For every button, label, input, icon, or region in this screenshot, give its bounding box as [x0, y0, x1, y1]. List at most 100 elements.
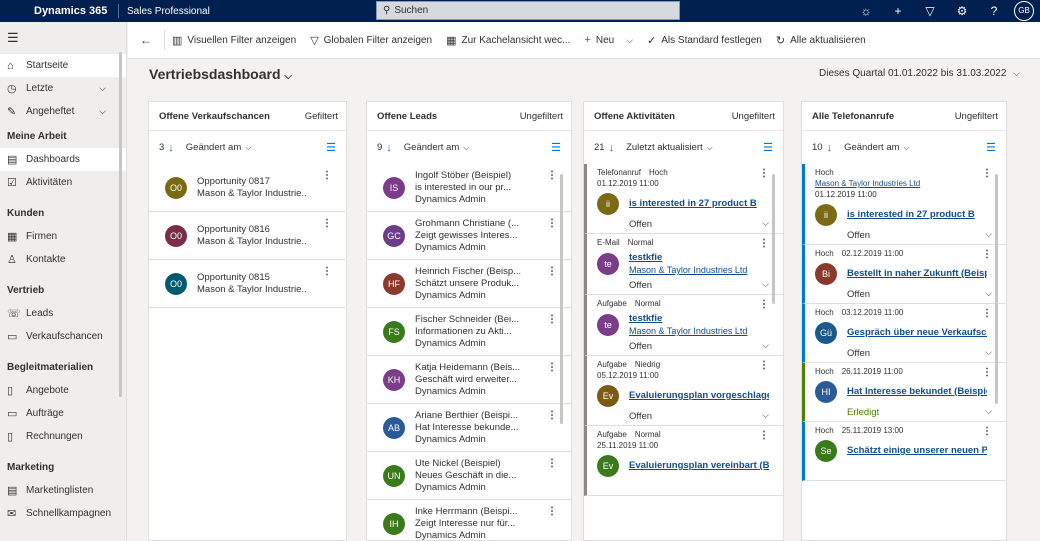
regarding-link[interactable]: Mason & Taylor Industries Ltd — [629, 325, 769, 337]
more-options-icon[interactable]: ⋮ — [322, 170, 332, 181]
panel-scrollbar[interactable] — [995, 174, 998, 404]
chevron-down-icon[interactable]: ⌵ — [245, 143, 251, 153]
chevron-down-icon[interactable]: ⌵ — [985, 347, 992, 358]
activity-subject-link[interactable]: is interested in 27 product B — [847, 209, 987, 221]
sidebar-item-angeheftet[interactable]: ✎ Angeheftet ⌵ — [0, 100, 126, 123]
more-options-icon[interactable]: ⋮ — [547, 362, 557, 373]
more-options-icon[interactable]: ⋮ — [982, 426, 992, 437]
list-item[interactable]: AB Ariane Berthier (Beispi... Hat Interess… — [367, 404, 571, 452]
sort-direction-icon[interactable]: ↓ — [168, 142, 174, 154]
activity-card[interactable]: Hoch Mason & Taylor Industries Ltd 01.12.2… — [802, 164, 1006, 245]
lightbulb-icon[interactable]: ☼ — [850, 4, 882, 18]
chevron-down-icon[interactable]: ⌵ — [626, 35, 633, 46]
more-options-icon[interactable]: ⋮ — [759, 430, 769, 441]
activity-subject-link[interactable]: Bestellt in naher Zukunft (Beispi — [847, 268, 987, 280]
view-options-icon[interactable]: ☰ — [986, 141, 996, 154]
list-item[interactable]: KH Katja Heidemann (Beis... Geschäft wird … — [367, 356, 571, 404]
sort-field[interactable]: Geändert am — [404, 142, 459, 153]
more-options-icon[interactable]: ⋮ — [547, 410, 557, 421]
sidebar-item-rechnungen[interactable]: ▯ Rechnungen — [0, 425, 126, 448]
set-default-button[interactable]: ✓ Als Standard festlegen — [640, 34, 769, 47]
regarding-link[interactable]: Mason & Taylor Industries Ltd — [629, 264, 769, 276]
list-item[interactable]: O0 Opportunity 0816 Mason & Taylor Industr… — [149, 212, 346, 260]
chevron-down-icon[interactable]: ⌵ — [762, 410, 769, 421]
app-name[interactable]: Sales Professional — [127, 6, 210, 17]
sort-direction-icon[interactable]: ↓ — [827, 142, 833, 154]
sidebar-item-marketinglisten[interactable]: ▤ Marketinglisten — [0, 479, 126, 502]
view-options-icon[interactable]: ☰ — [551, 141, 561, 154]
sort-field[interactable]: Geändert am — [186, 142, 241, 153]
plus-icon[interactable]: + — [882, 4, 914, 18]
more-options-icon[interactable]: ⋮ — [982, 168, 992, 179]
activity-subject-link[interactable]: testkfie — [629, 313, 769, 325]
user-avatar[interactable]: GB — [1014, 1, 1034, 21]
visual-filter-button[interactable]: ▥ Visuellen Filter anzeigen — [165, 34, 303, 47]
more-options-icon[interactable]: ⋮ — [547, 506, 557, 517]
sidebar-item-aktivitäten[interactable]: ☑ Aktivitäten — [0, 171, 126, 194]
more-options-icon[interactable]: ⋮ — [982, 249, 992, 260]
activity-subject-link[interactable]: is interested in 27 product B — [629, 198, 769, 210]
activity-subject-link[interactable]: Gespräch über neue Verkaufschä — [847, 327, 987, 339]
activity-card[interactable]: Hoch 26.11.2019 11:00 HI Hat Interesse beku… — [802, 363, 1006, 422]
chevron-down-icon[interactable]: ⌵ — [707, 143, 713, 153]
chevron-down-icon[interactable]: ⌵ — [99, 106, 106, 117]
global-filter-button[interactable]: ▽ Globalen Filter anzeigen — [303, 34, 439, 47]
sidebar-item-kontakte[interactable]: ♙ Kontakte — [0, 248, 126, 271]
activity-subject-link[interactable]: Evaluierungsplan vorgeschlagen — [629, 390, 769, 402]
chevron-down-icon[interactable]: ⌵ — [985, 288, 992, 299]
filter-icon[interactable]: ▽ — [914, 4, 946, 18]
chevron-down-icon[interactable]: ⌵ — [985, 406, 992, 417]
sidebar-item-startseite[interactable]: ⌂ Startseite — [0, 54, 126, 77]
activity-card[interactable]: Hoch 02.12.2019 11:00 Bi Bestellt in naher … — [802, 245, 1006, 304]
list-item[interactable]: HF Heinrich Fischer (Beisp... Schätzt unse… — [367, 260, 571, 308]
sidebar-item-dashboards[interactable]: ▤ Dashboards — [0, 148, 126, 171]
more-options-icon[interactable]: ⋮ — [982, 308, 992, 319]
chevron-down-icon[interactable]: ⌵ — [284, 71, 292, 82]
more-options-icon[interactable]: ⋮ — [759, 238, 769, 249]
list-item[interactable]: O0 Opportunity 0815 Mason & Taylor Industr… — [149, 260, 346, 308]
chevron-down-icon[interactable]: ⌵ — [904, 143, 910, 153]
refresh-all-button[interactable]: ↻ Alle aktualisieren — [769, 34, 873, 47]
activity-card[interactable]: Hoch 03.12.2019 11:00 Gü Gespräch über neue… — [802, 304, 1006, 363]
sidebar-scrollbar[interactable] — [119, 52, 122, 397]
chevron-down-icon[interactable]: ⌵ — [463, 143, 469, 153]
period-selector[interactable]: Dieses Quartal 01.01.2022 bis 31.03.2022… — [819, 68, 1020, 79]
chevron-down-icon[interactable]: ⌵ — [985, 229, 992, 240]
dashboard-title[interactable]: Vertriebsdashboard ⌵ — [149, 66, 292, 82]
sort-field[interactable]: Zuletzt aktualisiert — [626, 142, 703, 153]
regarding-link[interactable]: Mason & Taylor Industries Ltd — [815, 179, 920, 188]
sidebar-item-aufträge[interactable]: ▭ Aufträge — [0, 402, 126, 425]
activity-card[interactable]: Aufgabe Normal te testkfie Mason & Taylor In… — [584, 295, 783, 356]
more-options-icon[interactable]: ⋮ — [322, 266, 332, 277]
more-options-icon[interactable]: ⋮ — [547, 458, 557, 469]
more-options-icon[interactable]: ⋮ — [322, 218, 332, 229]
chevron-down-icon[interactable]: ⌵ — [762, 340, 769, 351]
more-options-icon[interactable]: ⋮ — [547, 170, 557, 181]
help-icon[interactable]: ? — [978, 4, 1010, 18]
sidebar-item-letzte[interactable]: ◷ Letzte ⌵ — [0, 77, 126, 100]
list-item[interactable]: IS Ingolf Stöber (Beispiel) is interested … — [367, 164, 571, 212]
view-options-icon[interactable]: ☰ — [326, 141, 336, 154]
view-options-icon[interactable]: ☰ — [763, 141, 773, 154]
activity-subject-link[interactable]: Evaluierungsplan vereinbart (Be — [629, 460, 769, 472]
sidebar-item-leads[interactable]: ☏ Leads — [0, 302, 126, 325]
back-arrow-icon[interactable]: ← — [128, 30, 165, 50]
new-button[interactable]: + Neu ⌵ — [577, 34, 640, 46]
activity-card[interactable]: E-Mail Normal te testkfie Mason & Taylor Ind… — [584, 234, 783, 295]
activity-subject-link[interactable]: Schätzt einige unserer neuen Pr — [847, 445, 987, 457]
list-item[interactable]: O0 Opportunity 0817 Mason & Taylor Industr… — [149, 164, 346, 212]
tile-view-button[interactable]: ▦ Zur Kachelansicht wec... — [439, 34, 577, 47]
activity-card[interactable]: Aufgabe Normal 25.11.2019 11:00 Ev Evaluieru… — [584, 426, 783, 496]
activity-subject-link[interactable]: Hat Interesse bekundet (Beispie — [847, 386, 987, 398]
more-options-icon[interactable]: ⋮ — [759, 360, 769, 371]
brand-name[interactable]: Dynamics 365 — [0, 5, 110, 17]
chevron-down-icon[interactable]: ⌵ — [99, 83, 106, 94]
list-item[interactable]: GC Grohmann Christiane (... Zeigt gewisses… — [367, 212, 571, 260]
more-options-icon[interactable]: ⋮ — [982, 367, 992, 378]
activity-card[interactable]: Hoch 25.11.2019 13:00 Se Schätzt einige uns… — [802, 422, 1006, 481]
more-options-icon[interactable]: ⋮ — [759, 168, 769, 179]
panel-scrollbar[interactable] — [560, 174, 563, 424]
chevron-down-icon[interactable]: ⌵ — [762, 218, 769, 229]
panel-scrollbar[interactable] — [772, 174, 775, 304]
gear-icon[interactable]: ⚙ — [946, 4, 978, 18]
